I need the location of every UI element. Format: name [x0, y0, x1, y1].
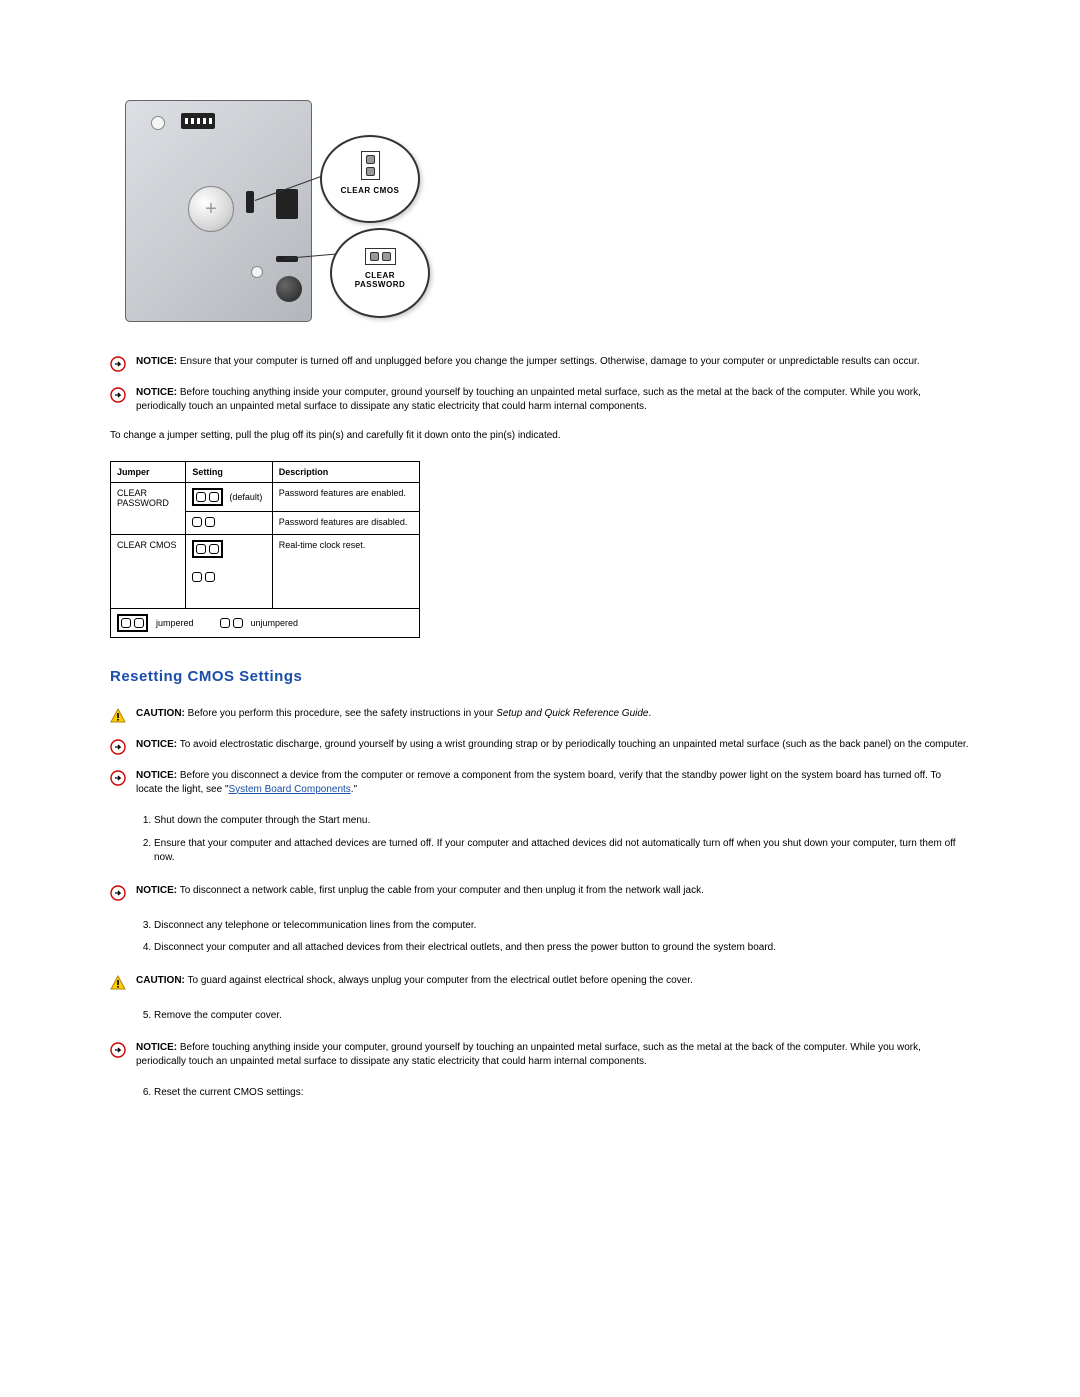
caution-text: Before you perform this procedure, see t…: [185, 708, 496, 719]
notice-text: Before touching anything inside your com…: [136, 387, 921, 412]
notice-text: To disconnect a network cable, first unp…: [177, 885, 704, 896]
unjumpered-icon: [220, 618, 243, 628]
procedure-steps: Disconnect any telephone or telecommunic…: [110, 915, 970, 960]
notice-text: Before touching anything inside your com…: [136, 1042, 921, 1067]
caution-text: To guard against electrical shock, alway…: [185, 975, 693, 986]
notice-row: NOTICE: Before touching anything inside …: [110, 386, 970, 413]
section-heading: Resetting CMOS Settings: [110, 668, 970, 685]
procedure-steps: Remove the computer cover.: [110, 1005, 970, 1028]
caution-icon: [110, 708, 126, 724]
system-board-components-link[interactable]: System Board Components: [229, 784, 351, 795]
default-label: (default): [229, 492, 262, 502]
notice-label: NOTICE:: [136, 1042, 177, 1053]
table-header: Description: [272, 462, 419, 483]
notice-label: NOTICE:: [136, 739, 177, 750]
jumpered-icon: [192, 488, 223, 506]
notice-label: NOTICE:: [136, 387, 177, 398]
guide-title: Setup and Quick Reference Guide: [496, 708, 648, 719]
notice-text: To avoid electrostatic discharge, ground…: [177, 739, 968, 750]
notice-icon: [110, 387, 126, 403]
intro-paragraph: To change a jumper setting, pull the plu…: [110, 429, 970, 443]
step-item: Ensure that your computer and attached d…: [154, 833, 970, 870]
jumper-name-line1: CLEAR: [117, 488, 147, 498]
caution-row: CAUTION: Before you perform this procedu…: [110, 707, 970, 724]
step-item: Disconnect your computer and all attache…: [154, 937, 970, 960]
notice-label: NOTICE:: [136, 770, 177, 781]
notice-icon: [110, 1042, 126, 1058]
caution-icon: [110, 975, 126, 991]
table-header: Jumper: [111, 462, 186, 483]
jumper-settings-table: Jumper Setting Description CLEAR PASSWOR…: [110, 461, 420, 638]
callout-clear-cmos: CLEAR CMOS: [320, 135, 420, 223]
jumpered-icon: [117, 614, 148, 632]
step-item: Reset the current CMOS settings:: [154, 1082, 970, 1105]
callout-clear-password: CLEAR PASSWORD: [330, 228, 430, 318]
caution-row: CAUTION: To guard against electrical sho…: [110, 974, 970, 991]
step-item: Disconnect any telephone or telecommunic…: [154, 915, 970, 938]
notice-row: NOTICE: Before you disconnect a device f…: [110, 769, 970, 796]
notice-row: NOTICE: To disconnect a network cable, f…: [110, 884, 970, 901]
notice-row: NOTICE: Ensure that your computer is tur…: [110, 355, 970, 372]
notice-text: Ensure that your computer is turned off …: [177, 356, 919, 367]
notice-icon: [110, 885, 126, 901]
caution-label: CAUTION:: [136, 708, 185, 719]
callout-label-line2: PASSWORD: [332, 280, 428, 289]
jumper-name: CLEAR CMOS: [111, 535, 186, 609]
step-item: Remove the computer cover.: [154, 1005, 970, 1028]
jumpered-icon: [192, 540, 223, 558]
step-item: Shut down the computer through the Start…: [154, 810, 970, 833]
system-board: +: [125, 100, 312, 322]
notice-label: NOTICE:: [136, 356, 177, 367]
notice-icon: [110, 770, 126, 786]
jumper-name-line2: PASSWORD: [117, 498, 169, 508]
table-header: Setting: [186, 462, 272, 483]
jumper-description: Password features are enabled.: [272, 483, 419, 512]
notice-row: NOTICE: To avoid electrostatic discharge…: [110, 738, 970, 755]
notice-icon: [110, 356, 126, 372]
board-jumper-diagram: + CLEAR CMOS CLEAR PASSWORD: [125, 100, 425, 325]
procedure-steps: Reset the current CMOS settings:: [110, 1082, 970, 1105]
procedure-steps: Shut down the computer through the Start…: [110, 810, 970, 870]
unjumpered-icon: [192, 572, 215, 582]
callout-label-line1: CLEAR: [332, 271, 428, 280]
legend-label: jumpered: [156, 618, 194, 628]
notice-row: NOTICE: Before touching anything inside …: [110, 1041, 970, 1068]
jumper-description: Password features are disabled.: [272, 512, 419, 535]
caution-label: CAUTION:: [136, 975, 185, 986]
notice-label: NOTICE:: [136, 885, 177, 896]
unjumpered-icon: [192, 517, 215, 527]
callout-label: CLEAR CMOS: [322, 186, 418, 195]
legend-label: unjumpered: [251, 618, 299, 628]
jumper-description: Real-time clock reset.: [272, 535, 419, 609]
notice-icon: [110, 739, 126, 755]
